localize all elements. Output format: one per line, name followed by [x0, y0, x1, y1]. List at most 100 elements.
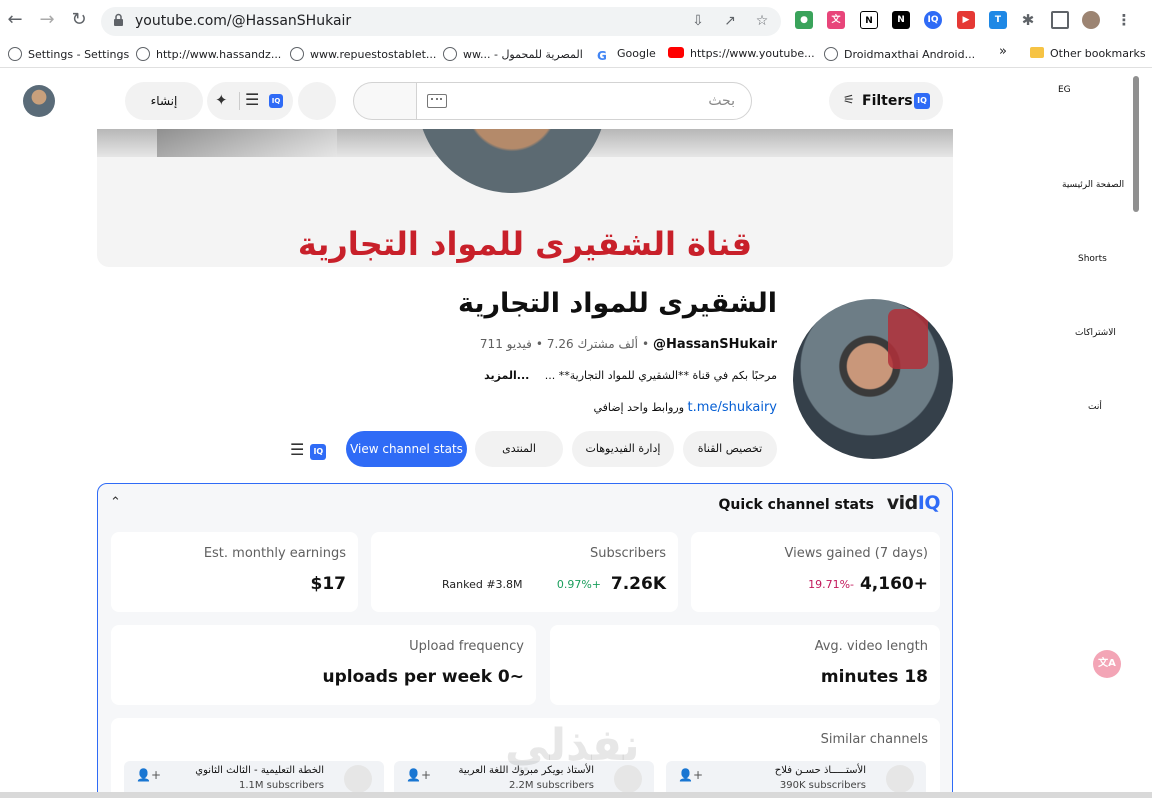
similar-channel-name: الأستـــــاذ حسـن فلاح: [774, 765, 866, 776]
upload-frequency-card: Upload frequency uploads per week 0~: [111, 625, 536, 705]
upload-frequency-label: Upload frequency: [409, 639, 524, 654]
sidebar-item-you[interactable]: أنت: [1088, 402, 1102, 412]
similar-channel-avatar: [886, 765, 914, 793]
address-bar[interactable]: youtube.com/@HassanSHukair ⇩ ↗ ☆: [101, 7, 781, 36]
puzzle-icon[interactable]: ✱: [1019, 11, 1037, 29]
kebab-menu-icon[interactable]: ⋮: [1115, 11, 1133, 29]
sidepanel-icon[interactable]: [1051, 11, 1069, 29]
vidiq-icon[interactable]: IQ: [269, 94, 283, 108]
bookmark-star-icon[interactable]: ☆: [753, 12, 771, 30]
globe-icon: [443, 47, 457, 61]
profile-avatar-icon[interactable]: [1082, 11, 1100, 29]
divider: [239, 92, 240, 110]
globe-icon: [290, 47, 304, 61]
bookmarks-bar: Settings - Settings http://www.hassandz.…: [0, 42, 1152, 68]
install-icon[interactable]: ⇩: [689, 12, 707, 30]
notion-icon[interactable]: N: [860, 11, 878, 29]
bookmark-label: Other bookmarks: [1050, 47, 1146, 60]
url-text[interactable]: youtube.com/@HassanSHukair: [135, 13, 351, 29]
bookmark-repuestos[interactable]: www.repuestostablet...: [290, 47, 436, 61]
views-card: Views gained (7 days) 4,160+ 19.71%-: [691, 532, 940, 612]
vidiq-tools-button[interactable]: ✦ ☰ IQ: [207, 82, 293, 120]
watermark-logo: نفذلي: [505, 720, 640, 771]
list-icon[interactable]: ☰: [245, 90, 259, 109]
add-user-icon[interactable]: 👤+: [678, 768, 703, 782]
bookmark-droidmaxthai[interactable]: Droidmaxthai Android...: [824, 47, 975, 61]
reload-icon[interactable]: ↻: [69, 10, 89, 30]
video-length-value: minutes 18: [820, 667, 928, 687]
add-user-icon[interactable]: 👤+: [406, 768, 431, 782]
upload-frequency-value: uploads per week 0~: [322, 667, 524, 687]
similar-channel-subs: 1.1M subscribers: [238, 780, 324, 791]
quick-stats-title: Quick channel stats: [718, 497, 874, 513]
views-label: Views gained (7 days): [784, 546, 928, 561]
view-channel-stats-button[interactable]: View channel stats: [346, 431, 467, 467]
back-icon[interactable]: ←: [5, 10, 25, 30]
subscriber-count: 7.26 ألف مشترك: [546, 337, 638, 351]
subscribers-change: 0.97%+: [556, 578, 601, 591]
vidiq-extension-icon[interactable]: IQ: [924, 11, 942, 29]
sidebar-item-shorts[interactable]: Shorts: [1078, 254, 1107, 264]
forum-button[interactable]: المنتدى: [475, 431, 563, 467]
chevron-up-icon[interactable]: ⌃: [110, 495, 121, 510]
manage-videos-button[interactable]: إدارة الفيديوهات: [572, 431, 674, 467]
keyboard-icon[interactable]: [427, 94, 447, 108]
share-icon[interactable]: ↗: [721, 12, 739, 30]
channel-name: الشقيرى للمواد التجارية: [457, 288, 777, 319]
similar-channel-name: الخطة التعليمية - الثالث الثانوي: [195, 765, 324, 776]
subscribers-value: 7.26K: [610, 574, 666, 594]
telegram-link[interactable]: t.me/shukairy: [688, 400, 777, 415]
filters-button[interactable]: ⚟ Filters IQ: [829, 82, 943, 120]
more-bookmarks-button[interactable]: »: [999, 44, 1007, 59]
video-length-label: Avg. video length: [814, 639, 928, 654]
region-code: EG: [1058, 85, 1071, 95]
lock-icon: [114, 13, 123, 26]
meta-separator: •: [535, 337, 543, 351]
search-input[interactable]: بحث: [416, 82, 752, 120]
bookmark-google[interactable]: G Google: [597, 47, 656, 63]
bookmark-youtube[interactable]: https://www.youtube...: [668, 47, 815, 60]
translate-extension-icon[interactable]: 文: [827, 11, 845, 29]
notifications-button[interactable]: [298, 82, 336, 120]
subscribers-label: Subscribers: [590, 546, 666, 561]
earnings-value: $17: [310, 574, 347, 594]
vidiq-menu-button[interactable]: ☰ IQ: [290, 440, 327, 460]
channel-links: t.me/shukairy وروابط واحد إضافي: [593, 400, 777, 415]
banner-strip-accent: [157, 129, 337, 157]
create-button[interactable]: إنشاء: [125, 82, 203, 120]
customize-channel-button[interactable]: تخصيص القناة: [683, 431, 777, 467]
similar-channel-avatar: [344, 765, 372, 793]
sidebar-item-home[interactable]: الصفحة الرئيسية: [1062, 180, 1124, 190]
translate-icon[interactable]: 文A: [1093, 650, 1121, 678]
notion-dark-icon[interactable]: N: [892, 11, 910, 29]
sparkle-icon[interactable]: ✦: [215, 91, 228, 109]
bookmark-label: http://www.hassandz...: [156, 48, 282, 61]
channel-banner: قناة الشقيرى للمواد التجارية: [97, 129, 953, 267]
channel-avatar[interactable]: [793, 299, 953, 459]
more-links-text[interactable]: وروابط واحد إضافي: [593, 401, 684, 414]
other-bookmarks[interactable]: Other bookmarks: [1030, 47, 1146, 60]
bookmark-almasria[interactable]: ww... - المصرية للمحمول: [443, 47, 583, 61]
bookmark-settings[interactable]: Settings - Settings: [8, 47, 129, 61]
search-submit-button[interactable]: [353, 82, 417, 120]
channel-meta: 711 فيديو • 7.26 ألف مشترك • @HassanSHuk…: [480, 337, 777, 352]
earnings-card: Est. monthly earnings $17: [111, 532, 358, 612]
video-count: 711 فيديو: [479, 337, 532, 351]
sidebar-item-subscriptions[interactable]: الاشتراكات: [1075, 328, 1116, 338]
subscribers-rank: Ranked #3.8M: [442, 578, 523, 591]
similar-channels-label: Similar channels: [820, 732, 928, 747]
gear-icon: [8, 47, 22, 61]
extension-icon[interactable]: ●: [795, 11, 813, 29]
page-scrollbar[interactable]: [1133, 76, 1139, 212]
add-user-icon[interactable]: 👤+: [136, 768, 161, 782]
bookmark-label: https://www.youtube...: [690, 47, 815, 60]
bookmark-hassandz[interactable]: http://www.hassandz...: [136, 47, 281, 61]
more-link[interactable]: ...المزيد: [484, 369, 529, 382]
t-extension-icon[interactable]: T: [989, 11, 1007, 29]
account-avatar[interactable]: [23, 85, 55, 117]
channel-description[interactable]: مرحبًا بكم في قناة **الشقيري للمواد التج…: [484, 369, 777, 382]
youtube-extension-icon[interactable]: ▶: [957, 11, 975, 29]
taskbar-edge: [0, 792, 1152, 798]
forward-icon[interactable]: →: [37, 10, 57, 30]
meta-separator: •: [641, 337, 650, 351]
